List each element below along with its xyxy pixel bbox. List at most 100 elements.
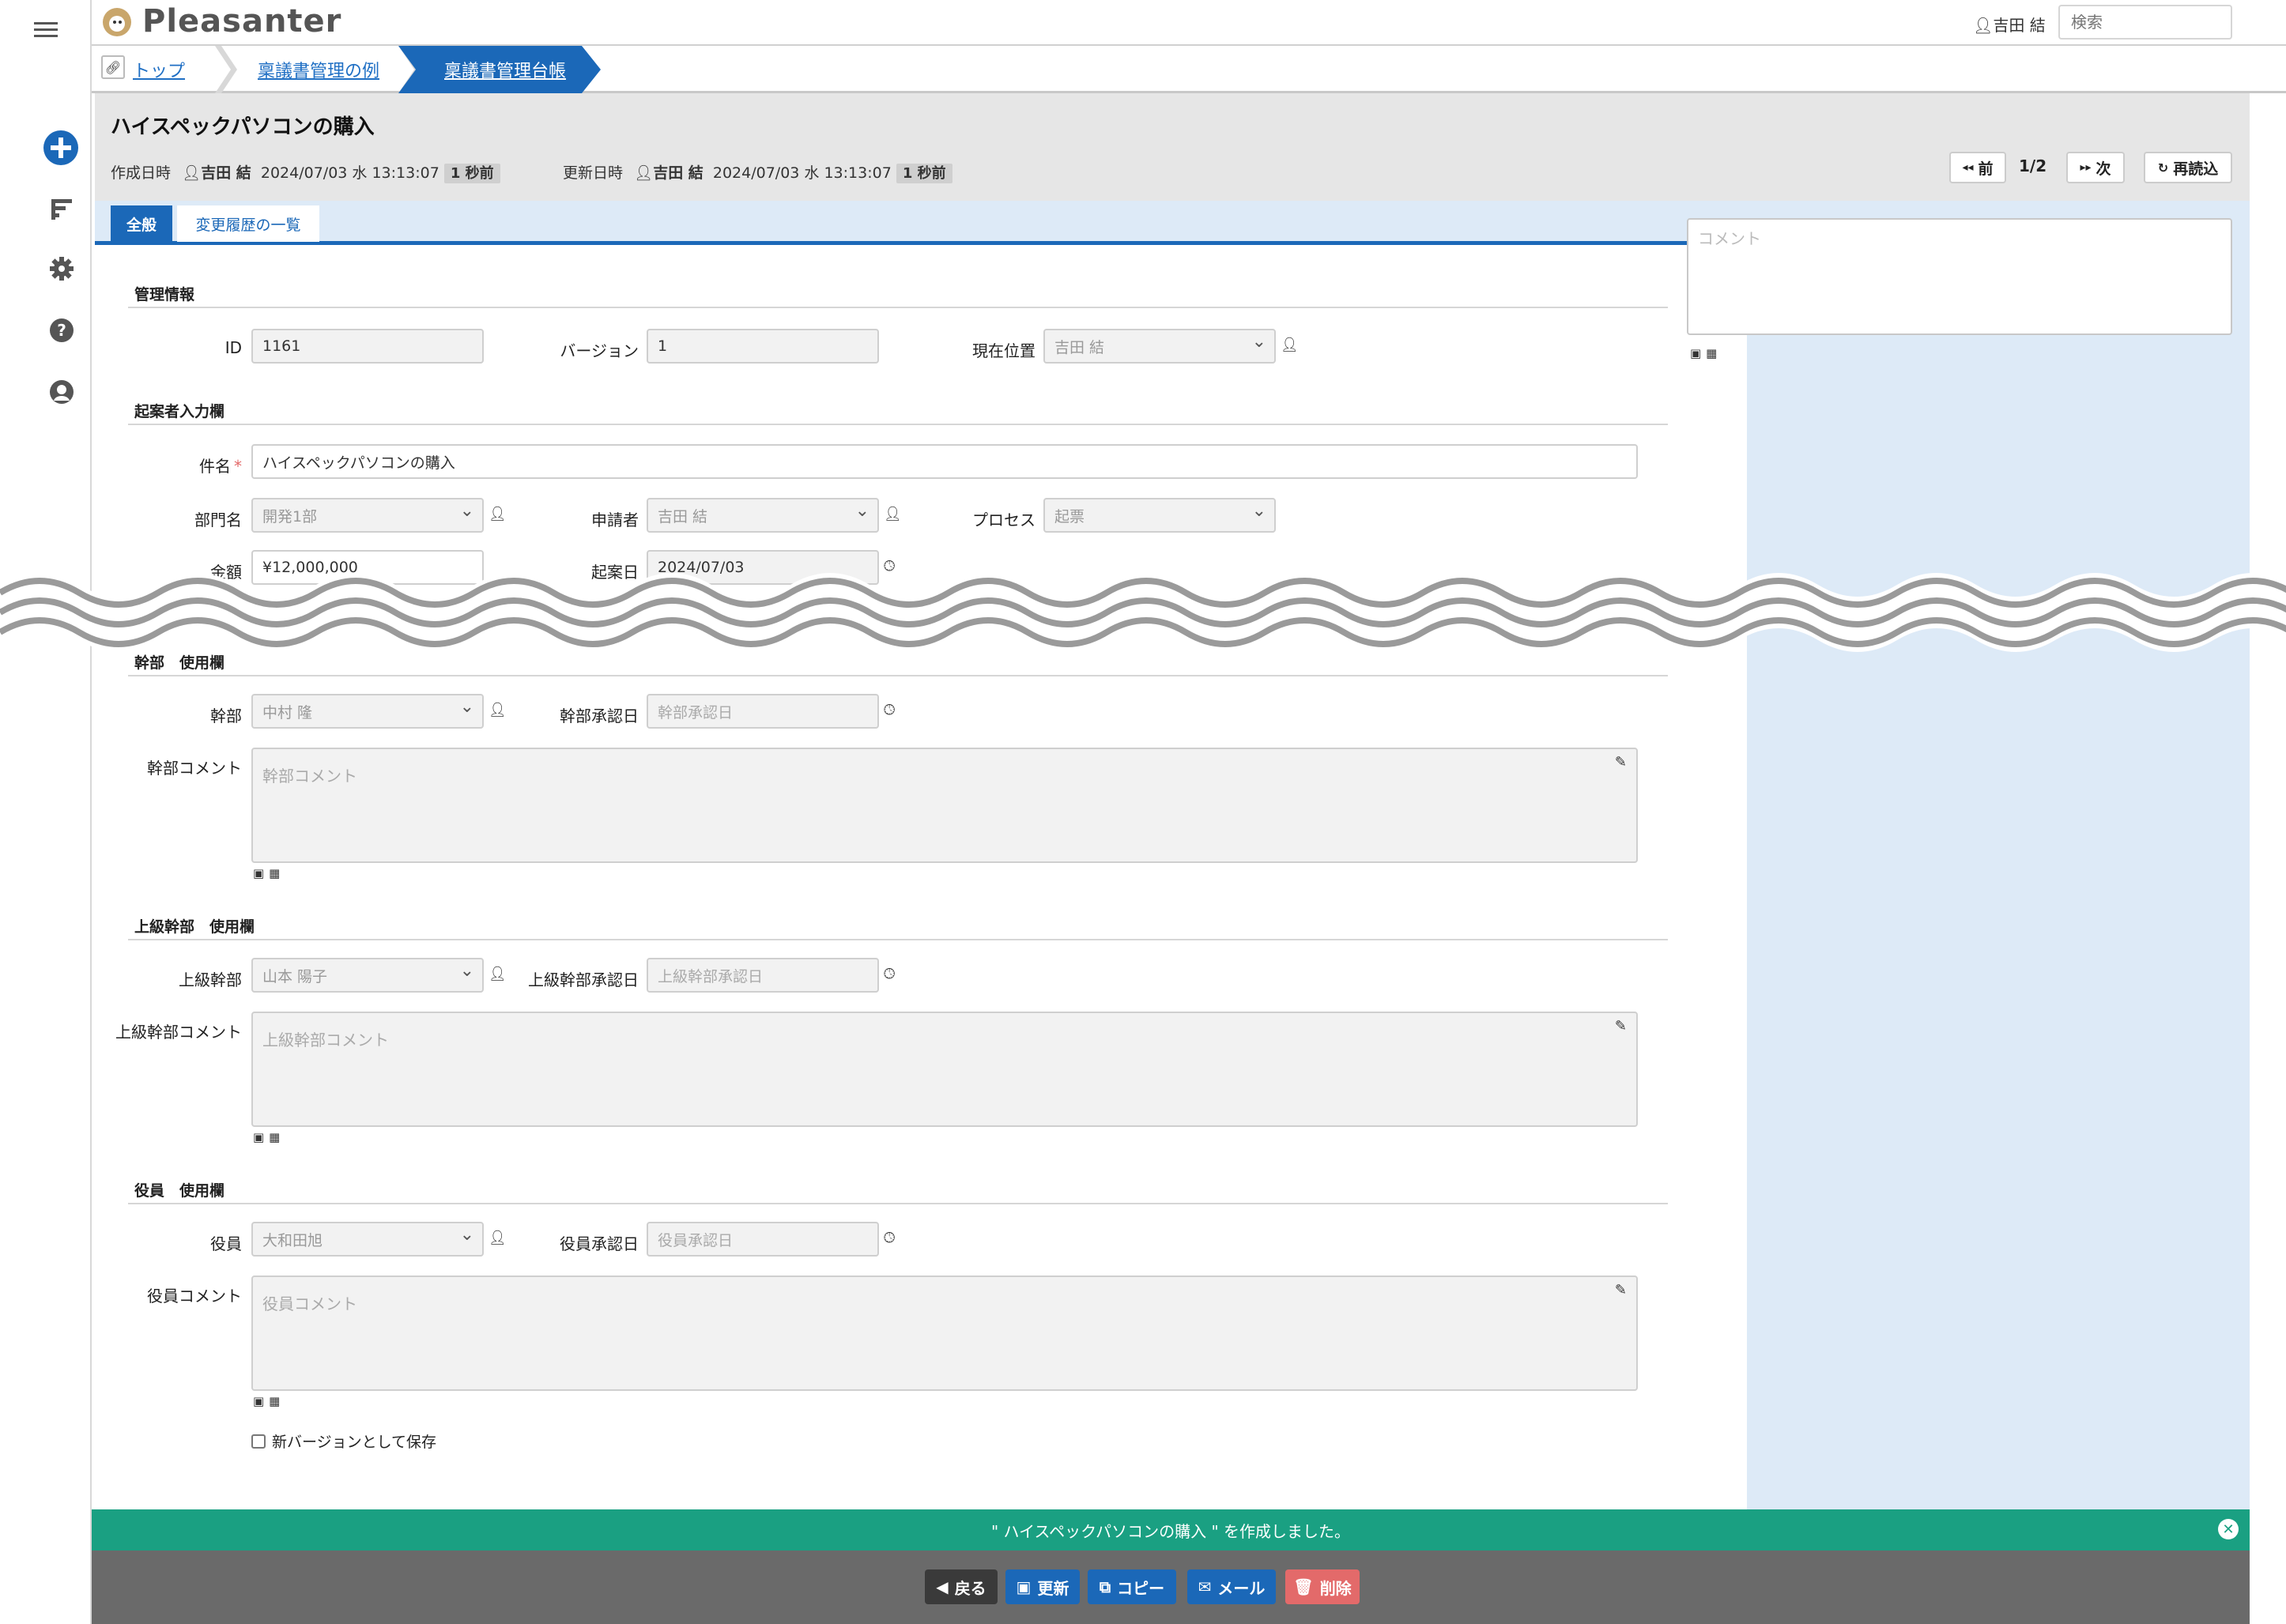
senior-comment-label: 上級幹部コメント [115, 1023, 242, 1042]
left-rail: ? [0, 0, 92, 1624]
clock-icon: 🕓︎ [884, 966, 896, 982]
top-header: Pleasanter 👤︎吉田 結 [92, 0, 2286, 46]
gear-icon[interactable] [47, 254, 76, 283]
created-info: 作成日時 👤︎吉田 結 2024/07/03 水 13:13:07 1 秒前 [111, 161, 500, 183]
logo-icon [100, 5, 134, 40]
user-small-icon: 👤︎ [1281, 337, 1299, 353]
user-small-icon: 👤︎ [634, 164, 654, 182]
applicant-select[interactable]: 吉田 結 [647, 498, 879, 533]
officer-comment-area[interactable]: 役員コメント ✎ [251, 1275, 1638, 1391]
tab-general[interactable]: 全般 [111, 205, 172, 242]
breadcrumb: 🔗︎ トップ 稟議書管理の例 稟議書管理台帳 [92, 46, 2286, 93]
mail-button[interactable]: ✉ メール [1187, 1569, 1276, 1604]
manager-label: 幹部 [210, 706, 242, 725]
dept-select[interactable]: 開発1部 [251, 498, 484, 533]
applicant-label: 申請者 [591, 511, 639, 529]
update-button[interactable]: ▣ 更新 [1005, 1569, 1080, 1604]
senior-label: 上級幹部 [179, 970, 242, 989]
id-field: 1161 [251, 329, 484, 364]
time-ago-badge: 1 秒前 [443, 164, 500, 183]
officer-date-field[interactable]: 役員承認日 [647, 1222, 879, 1257]
close-icon[interactable]: ✕ [2218, 1519, 2239, 1539]
section-break-wave [0, 573, 2286, 652]
section-manager: 幹部 使用欄 [128, 648, 1668, 676]
help-icon[interactable]: ? [47, 316, 76, 345]
manager-date-label: 幹部承認日 [560, 706, 639, 725]
record-header: ハイスペックパソコンの購入 作成日時 👤︎吉田 結 2024/07/03 水 1… [95, 93, 2250, 201]
record-position: 1/2 [2019, 156, 2047, 175]
user-small-icon: 👤︎ [489, 1230, 507, 1246]
logo[interactable]: Pleasanter [142, 3, 341, 40]
clock-icon: 🕓︎ [884, 702, 896, 718]
plus-icon[interactable] [43, 130, 79, 166]
prev-button[interactable]: ◂◂ 前 [1949, 152, 2006, 183]
tab-strip: 全般 変更履歴の一覧 [95, 201, 1747, 245]
process-label: プロセス [972, 511, 1035, 529]
senior-date-label: 上級幹部承認日 [528, 970, 639, 989]
attach-icons[interactable]: ▣▦ [253, 1130, 285, 1144]
clock-icon: 🕓︎ [884, 1230, 896, 1246]
success-message: " ハイスペックパソコンの購入 " を作成しました。 ✕ [92, 1509, 2250, 1551]
sort-icon[interactable] [47, 194, 76, 223]
section-officer: 役員 使用欄 [128, 1176, 1668, 1204]
pencil-icon[interactable]: ✎ [1615, 1018, 1627, 1034]
search-input[interactable] [2058, 5, 2232, 40]
link-icon[interactable]: 🔗︎ [101, 55, 125, 79]
hamburger-icon[interactable] [32, 16, 60, 44]
version-field: 1 [647, 329, 879, 364]
user-small-icon: 👤︎ [1973, 16, 1994, 35]
delete-button[interactable]: 🗑︎ 削除 [1285, 1569, 1360, 1604]
senior-date-field[interactable]: 上級幹部承認日 [647, 958, 879, 993]
next-button[interactable]: ▸▸ 次 [2066, 152, 2125, 183]
location-select[interactable]: 吉田 結 [1043, 329, 1276, 364]
manager-comment-label: 幹部コメント [147, 759, 242, 778]
section-applicant: 起案者入力欄 [128, 397, 1668, 425]
reload-button[interactable]: ↻ 再読込 [2144, 152, 2232, 183]
trash-icon: 🗑︎ [1293, 1577, 1314, 1596]
updated-info: 更新日時 👤︎吉田 結 2024/07/03 水 13:13:07 1 秒前 [563, 161, 952, 183]
new-version-checkbox[interactable] [251, 1434, 266, 1449]
manager-comment-area[interactable]: 幹部コメント ✎ [251, 748, 1638, 863]
attach-icons[interactable]: ▣▦ [1690, 346, 1722, 360]
mail-icon: ✉ [1198, 1577, 1212, 1596]
back-icon: ◀ [936, 1577, 949, 1596]
officer-comment-label: 役員コメント [147, 1287, 242, 1306]
subject-field[interactable]: ハイスペックパソコンの購入 [251, 444, 1638, 479]
user-icon[interactable] [47, 378, 76, 406]
pencil-icon[interactable]: ✎ [1615, 754, 1627, 771]
current-user[interactable]: 👤︎吉田 結 [1973, 13, 2046, 36]
copy-button[interactable]: ⧉ コピー [1088, 1569, 1176, 1604]
dept-label: 部門名 [194, 511, 242, 529]
senior-comment-area[interactable]: 上級幹部コメント ✎ [251, 1012, 1638, 1127]
user-small-icon: 👤︎ [884, 506, 902, 522]
crumb-example[interactable]: 稟議書管理の例 [258, 57, 379, 82]
id-label: ID [224, 338, 242, 357]
officer-select[interactable]: 大和田旭 [251, 1222, 484, 1257]
pencil-icon[interactable]: ✎ [1615, 1282, 1627, 1298]
time-ago-badge: 1 秒前 [896, 164, 952, 183]
user-small-icon: 👤︎ [489, 506, 507, 522]
crumb-top[interactable]: トップ [133, 57, 185, 82]
version-label: バージョン [560, 341, 639, 360]
page-title: ハイスペックパソコンの購入 [111, 115, 375, 139]
copy-icon: ⧉ [1099, 1577, 1111, 1596]
save-icon: ▣ [1016, 1577, 1032, 1596]
officer-label: 役員 [210, 1234, 242, 1253]
attach-icons[interactable]: ▣▦ [253, 1394, 285, 1408]
crumb-ledger[interactable]: 稟議書管理台帳 [444, 57, 566, 82]
manager-select[interactable]: 中村 隆 [251, 694, 484, 729]
manager-date-field[interactable]: 幹部承認日 [647, 694, 879, 729]
back-button[interactable]: ◀ 戻る [925, 1569, 998, 1604]
user-small-icon: 👤︎ [489, 702, 507, 718]
user-small-icon: 👤︎ [182, 164, 202, 182]
senior-select[interactable]: 山本 陽子 [251, 958, 484, 993]
officer-date-label: 役員承認日 [560, 1234, 639, 1253]
comment-input[interactable]: コメント [1687, 218, 2232, 335]
svg-text:?: ? [57, 321, 66, 340]
process-select[interactable]: 起票 [1043, 498, 1276, 533]
section-senior: 上級幹部 使用欄 [128, 912, 1668, 940]
new-version-label: 新バージョンとして保存 [272, 1434, 437, 1451]
tab-history[interactable]: 変更履歴の一覧 [177, 205, 319, 242]
location-label: 現在位置 [972, 341, 1035, 360]
attach-icons[interactable]: ▣▦ [253, 866, 285, 880]
